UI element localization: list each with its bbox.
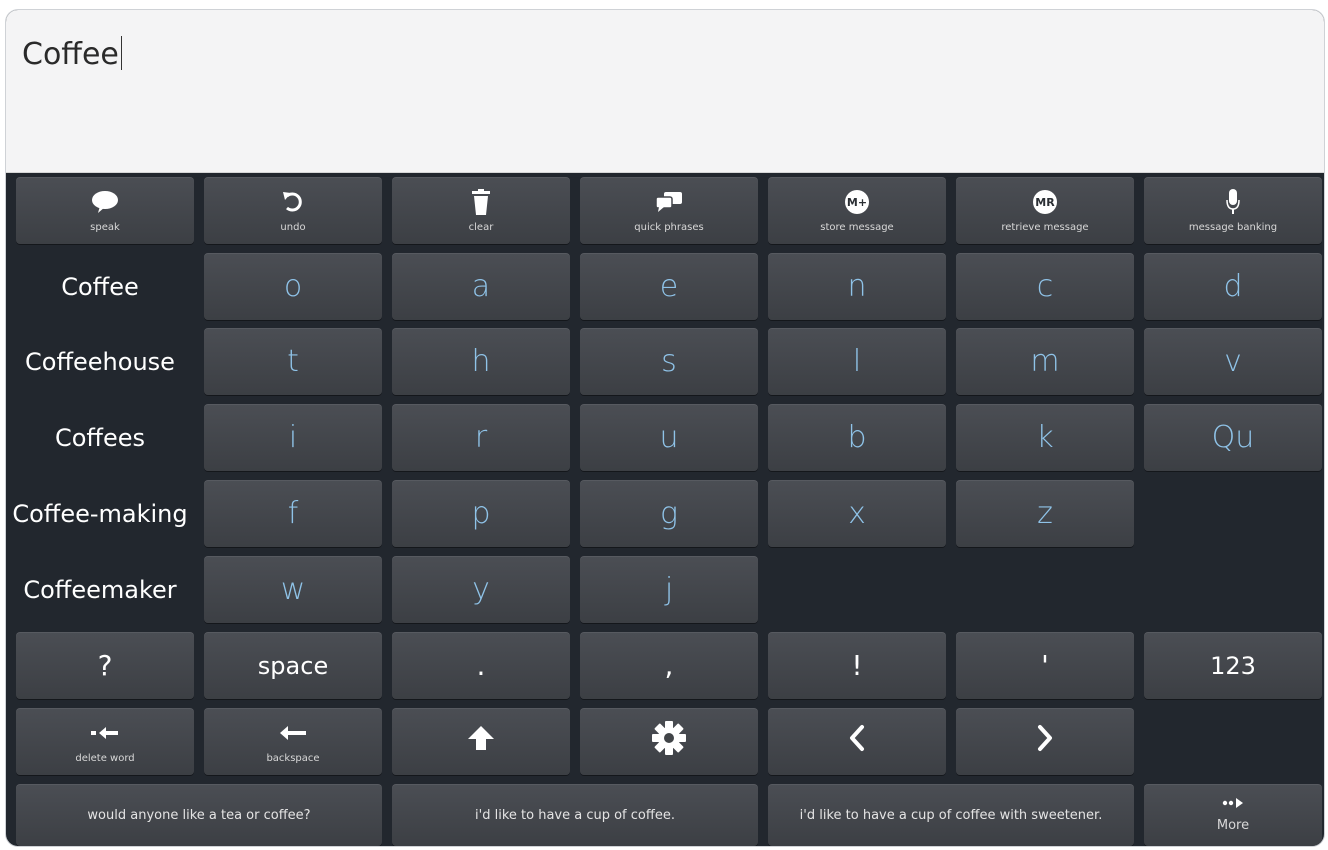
key-x[interactable]: x [768, 480, 946, 547]
key-space[interactable]: space [204, 632, 382, 699]
more-label: More [1216, 818, 1250, 833]
chat-bubbles-icon [655, 189, 683, 215]
key-j[interactable]: j [580, 556, 758, 623]
key-d[interactable]: d [1144, 253, 1322, 320]
key-b[interactable]: b [768, 404, 946, 471]
key-exclamation[interactable]: ! [768, 632, 946, 699]
more-phrases-button[interactable]: More [1144, 784, 1322, 846]
key-period[interactable]: . [392, 632, 570, 699]
backspace-arrow-icon [279, 720, 307, 746]
delete-word-label: delete word [75, 753, 135, 764]
key-qu[interactable]: Qu [1144, 404, 1322, 471]
key-n[interactable]: n [768, 253, 946, 320]
key-u[interactable]: u [580, 404, 758, 471]
key-w[interactable]: w [204, 556, 382, 623]
speak-label: speak [90, 222, 120, 233]
prediction-coffeemaker[interactable]: Coffeemaker [6, 556, 194, 623]
trash-icon [471, 189, 491, 215]
delete-word-button[interactable]: delete word [16, 708, 194, 775]
text-caret [120, 36, 122, 70]
key-c[interactable]: c [956, 253, 1134, 320]
quick-phrases-button[interactable]: quick phrases [580, 177, 758, 244]
message-banking-label: message banking [1188, 222, 1278, 233]
clear-button[interactable]: clear [392, 177, 570, 244]
delete-word-icon [91, 720, 119, 746]
key-o[interactable]: o [204, 253, 382, 320]
memory-recall-icon: MR [1033, 190, 1057, 214]
key-f[interactable]: f [204, 480, 382, 547]
phrase-button-1[interactable]: would anyone like a tea or coffee? [16, 784, 382, 846]
speech-bubble-icon [91, 189, 119, 215]
key-i[interactable]: i [204, 404, 382, 471]
key-e[interactable]: e [580, 253, 758, 320]
message-text: Coffee [22, 37, 119, 72]
key-numbers[interactable]: 123 [1144, 632, 1322, 699]
shift-button[interactable] [392, 708, 570, 775]
undo-button[interactable]: undo [204, 177, 382, 244]
prediction-coffees[interactable]: Coffees [6, 404, 194, 471]
keyboard-app: Coffee speak undo clear quick phrases M+… [6, 10, 1324, 846]
key-apostrophe[interactable]: ' [956, 632, 1134, 699]
key-z[interactable]: z [956, 480, 1134, 547]
key-l[interactable]: l [768, 328, 946, 395]
key-t[interactable]: t [204, 328, 382, 395]
quick-phrases-label: quick phrases [634, 222, 704, 233]
backspace-button[interactable]: backspace [204, 708, 382, 775]
retrieve-message-label: retrieve message [1001, 222, 1089, 233]
retrieve-message-button[interactable]: MR retrieve message [956, 177, 1134, 244]
message-text-area[interactable]: Coffee [6, 10, 1324, 173]
microphone-icon [1226, 189, 1240, 215]
store-message-label: store message [820, 222, 894, 233]
key-v[interactable]: v [1144, 328, 1322, 395]
backspace-label: backspace [266, 753, 320, 764]
prediction-coffee-making[interactable]: Coffee-making [6, 480, 194, 547]
undo-icon [281, 189, 305, 215]
key-question-mark[interactable]: ? [16, 632, 194, 699]
store-message-button[interactable]: M+ store message [768, 177, 946, 244]
shift-arrow-icon [467, 725, 495, 758]
phrase-button-3[interactable]: i'd like to have a cup of coffee with sw… [768, 784, 1134, 846]
prediction-coffeehouse[interactable]: Coffeehouse [6, 328, 194, 395]
key-p[interactable]: p [392, 480, 570, 547]
key-y[interactable]: y [392, 556, 570, 623]
key-k[interactable]: k [956, 404, 1134, 471]
key-s[interactable]: s [580, 328, 758, 395]
key-g[interactable]: g [580, 480, 758, 547]
more-dots-arrow-icon [1222, 794, 1244, 812]
clear-label: clear [468, 222, 494, 233]
prediction-coffee[interactable]: Coffee [6, 253, 194, 320]
memory-plus-icon: M+ [845, 190, 869, 214]
key-r[interactable]: r [392, 404, 570, 471]
phrase-button-2[interactable]: i'd like to have a cup of coffee. [392, 784, 758, 846]
cursor-right-button[interactable] [956, 708, 1134, 775]
chevron-right-icon [1036, 724, 1054, 759]
chevron-left-icon [848, 724, 866, 759]
key-a[interactable]: a [392, 253, 570, 320]
gear-icon [651, 720, 687, 763]
settings-button[interactable] [580, 708, 758, 775]
key-comma[interactable]: , [580, 632, 758, 699]
speak-button[interactable]: speak [16, 177, 194, 244]
undo-label: undo [280, 222, 306, 233]
key-h[interactable]: h [392, 328, 570, 395]
cursor-left-button[interactable] [768, 708, 946, 775]
message-banking-button[interactable]: message banking [1144, 177, 1322, 244]
key-m[interactable]: m [956, 328, 1134, 395]
